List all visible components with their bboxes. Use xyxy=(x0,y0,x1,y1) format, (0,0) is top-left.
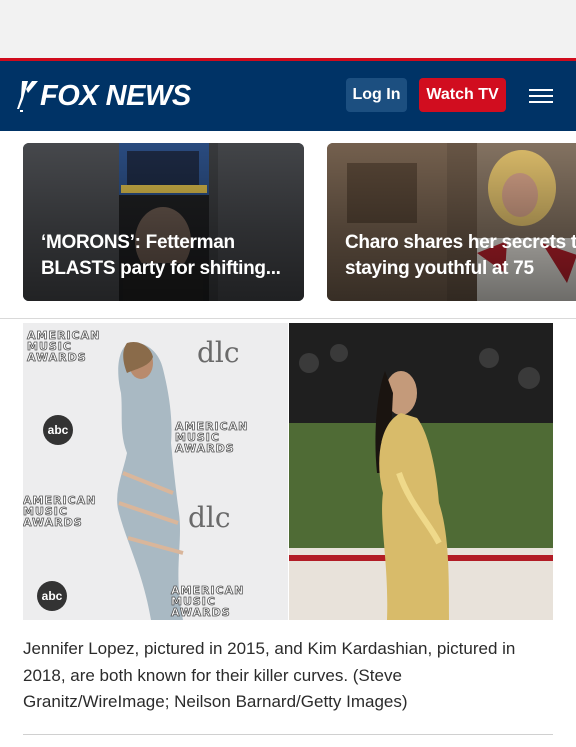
met-gala-scene xyxy=(289,323,553,620)
abc-logo-icon: abc xyxy=(43,415,73,445)
site-header: FOX NEWS Log In Watch TV xyxy=(0,61,576,131)
ama-logo: AMERICAN MUSIC AWARDS xyxy=(175,420,249,455)
menu-line xyxy=(529,95,553,97)
story-title-line-1: ‘MORONS’: Fetterman xyxy=(41,232,235,253)
story-card-charo[interactable]: Charo shares her secrets to staying yout… xyxy=(327,143,576,301)
watch-tv-button[interactable]: Watch TV xyxy=(419,78,506,112)
menu-line xyxy=(529,101,553,103)
dlc-logo: dlc xyxy=(197,336,240,369)
caption-divider xyxy=(23,734,553,735)
story-title-line-1: Charo shares her secrets to xyxy=(345,232,576,253)
story-card-fetterman[interactable]: ‘MORONS’: Fetterman BLASTS party for shi… xyxy=(23,143,304,301)
hamburger-menu-icon[interactable] xyxy=(526,85,556,107)
section-divider xyxy=(0,318,576,319)
ad-space xyxy=(0,0,576,58)
menu-line xyxy=(529,89,553,91)
story-title-line-2: BLASTS party for shifting... xyxy=(41,258,281,279)
dlc-logo: dlc xyxy=(188,501,231,534)
fox-logo-mark-icon xyxy=(17,81,38,112)
abc-logo-icon: abc xyxy=(37,581,67,611)
article-hero-image[interactable]: AMERICAN MUSIC AWARDS dlc abc AMERICAN MUSI… xyxy=(23,323,553,620)
ama-logo: AMERICAN MUSIC AWARDS xyxy=(23,494,97,529)
image-caption: Jennifer Lopez, pictured in 2015, and Ki… xyxy=(23,639,516,711)
story-title: ‘MORONS’: Fetterman BLASTS party for shi… xyxy=(41,230,301,282)
red-carpet-backdrop xyxy=(23,323,288,620)
story-title: Charo shares her secrets to staying yout… xyxy=(345,230,576,282)
ama-logo: AMERICAN MUSIC AWARDS xyxy=(27,329,101,364)
ama-logo: AMERICAN MUSIC AWARDS xyxy=(171,584,245,619)
login-button[interactable]: Log In xyxy=(346,78,407,112)
story-title-line-2: staying youthful at 75 xyxy=(345,258,534,279)
kim-kardashian-photo xyxy=(289,323,553,620)
jennifer-lopez-photo: AMERICAN MUSIC AWARDS dlc abc AMERICAN MUSI… xyxy=(23,323,288,620)
logo-text: FOX NEWS xyxy=(40,79,191,112)
fox-news-logo[interactable]: FOX NEWS xyxy=(16,78,191,114)
